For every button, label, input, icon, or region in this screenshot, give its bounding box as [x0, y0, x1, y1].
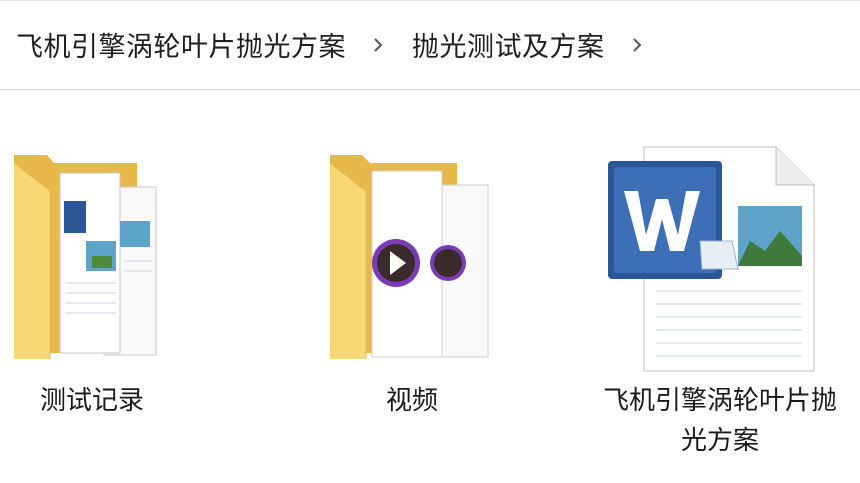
file-item-test-records[interactable]: 测试记录	[0, 91, 192, 421]
file-item-video[interactable]: 视频	[312, 91, 512, 421]
file-name-label: 测试记录	[39, 386, 144, 416]
folder-video-icon	[312, 91, 512, 381]
file-name-label: 视频	[385, 386, 438, 416]
breadcrumb: 飞机引擎涡轮叶片抛光方案 抛光测试及方案	[0, 0, 860, 90]
file-item-word-doc[interactable]: 飞机引擎涡轮叶片抛光方案	[600, 91, 840, 461]
word-document-icon	[600, 91, 840, 381]
breadcrumb-item-1[interactable]: 飞机引擎涡轮叶片抛光方案	[16, 25, 346, 64]
file-name-label: 飞机引擎涡轮叶片抛光方案	[602, 386, 837, 456]
folder-word-icon	[0, 91, 192, 381]
file-grid: 测试记录 视频 飞机引擎涡轮叶片抛光方案	[0, 91, 860, 483]
breadcrumb-item-2[interactable]: 抛光测试及方案	[412, 25, 605, 64]
chevron-right-icon[interactable]	[627, 35, 647, 55]
chevron-right-icon[interactable]	[368, 35, 388, 55]
